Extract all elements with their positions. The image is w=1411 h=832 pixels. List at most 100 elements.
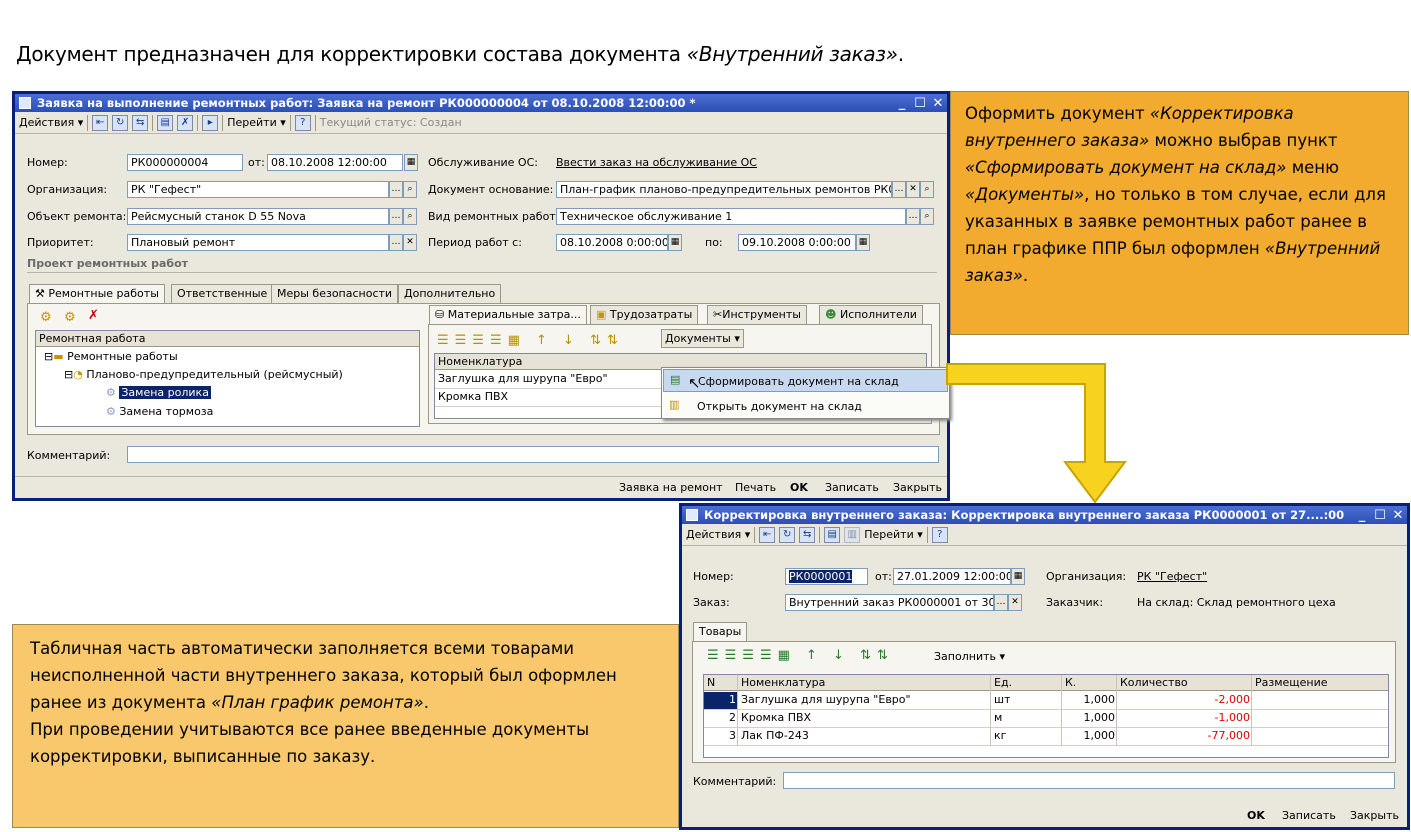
column-header-nomenclature: Номенклатура	[438, 355, 523, 368]
select-icon[interactable]: …	[389, 234, 403, 251]
tab-responsible[interactable]: Ответственные	[171, 284, 274, 303]
subtab-tools[interactable]: ✂Инструменты	[707, 305, 807, 324]
save-button[interactable]: Записать	[825, 481, 879, 494]
delete-icon[interactable]: ✗	[88, 308, 99, 323]
window-title-bar[interactable]: Корректировка внутреннего заказа: Коррек…	[682, 506, 1407, 524]
priority-field[interactable]: Плановый ремонт	[127, 234, 389, 251]
ok-button[interactable]: OK	[790, 481, 808, 494]
back-icon[interactable]: ⇤	[92, 114, 109, 131]
order-field[interactable]: Внутренний заказ РК0000001 от 30.1	[785, 594, 994, 611]
tree-node-planned[interactable]: ⊟◔ Планово-предупредительный (рейсмусный…	[64, 368, 343, 381]
add-group-icon[interactable]: ⚙	[40, 310, 52, 325]
date-field[interactable]: 08.10.2008 12:00:00	[267, 154, 403, 171]
minimize-icon[interactable]: _	[1353, 508, 1371, 523]
clear-icon[interactable]: ✕	[403, 234, 417, 251]
period-to-field[interactable]: 09.10.2008 0:00:00	[738, 234, 856, 251]
select-icon[interactable]: …	[906, 208, 920, 225]
tab-safety[interactable]: Меры безопасности	[271, 284, 399, 303]
menu-item-create-warehouse-doc[interactable]: ▤ Сформировать документ на склад	[663, 369, 948, 392]
search-icon[interactable]: ⌕	[920, 208, 934, 225]
print-button[interactable]: Печать	[735, 481, 776, 494]
repair-request-button[interactable]: Заявка на ремонт	[619, 481, 723, 494]
subtab-labor[interactable]: ▣ Трудозатраты	[590, 305, 699, 324]
menu-item-open-warehouse-doc[interactable]: ▥ Открыть документ на склад	[663, 395, 948, 417]
priority-label: Приоритет:	[27, 236, 94, 249]
document-icon	[686, 509, 698, 521]
calendar-icon[interactable]: ▦	[404, 154, 418, 171]
column-header-quantity: Количество	[1120, 676, 1188, 689]
tree-node-root[interactable]: ⊟▬ Ремонтные работы	[44, 350, 178, 363]
fill-menu-button[interactable]: Заполнить ▾	[934, 650, 1005, 663]
bottom-bar: Заявка на ремонт Печать OK Записать Закр…	[15, 476, 947, 498]
calendar-icon[interactable]: ▦	[1011, 568, 1025, 585]
org-link[interactable]: РК "Гефест"	[1137, 570, 1207, 583]
post-icon[interactable]: ▤	[824, 526, 841, 543]
ok-button[interactable]: OK	[1247, 809, 1265, 822]
close-icon[interactable]: ✕	[1389, 508, 1407, 523]
period-from-field[interactable]: 08.10.2008 0:00:00	[556, 234, 668, 251]
documents-menu-button[interactable]: Документы ▾	[661, 329, 744, 348]
tab-repair-works[interactable]: ⚒ Ремонтные работы	[29, 284, 165, 303]
select-icon[interactable]: …	[892, 181, 906, 198]
back-icon[interactable]: ⇤	[759, 526, 776, 543]
grid-toolbar-icons[interactable]: ☰☰☰☰▦ ↑ ↓ ⇅⇅	[707, 648, 894, 663]
close-button[interactable]: Закрыть	[1350, 809, 1399, 822]
tree-node-roller[interactable]: ⚙ Замена ролика	[106, 386, 211, 399]
comment-field[interactable]	[127, 446, 939, 463]
select-icon[interactable]: …	[389, 181, 403, 198]
object-field[interactable]: Рейсмусный станок D 55 Nova	[127, 208, 389, 225]
calendar-icon[interactable]: ▦	[856, 234, 870, 251]
add-item-icon[interactable]: ⚙	[64, 310, 76, 325]
generate-icon[interactable]: ▸	[202, 114, 219, 131]
calendar-icon[interactable]: ▦	[668, 234, 682, 251]
transfer-icon[interactable]: ⇆	[799, 526, 816, 543]
help-icon[interactable]: ?	[931, 526, 948, 543]
service-link[interactable]: Ввести заказ на обслуживание ОС	[556, 156, 757, 169]
actions-menu[interactable]: Действия ▾	[686, 528, 750, 541]
search-icon[interactable]: ⌕	[403, 208, 417, 225]
table-row[interactable]: 1 Заглушка для шурупа "Евро" шт 1,000 -2…	[704, 692, 1388, 710]
search-icon[interactable]: ⌕	[403, 181, 417, 198]
unpost-icon[interactable]: ✗	[177, 114, 194, 131]
number-field[interactable]: РК000000004	[127, 154, 243, 171]
window-title-bar[interactable]: Заявка на выполнение ремонтных работ: За…	[15, 94, 947, 112]
documents-dropdown: ▤ Сформировать документ на склад ▥ Откры…	[661, 367, 950, 419]
tab-goods[interactable]: Товары	[693, 622, 748, 641]
actions-menu[interactable]: Действия ▾	[19, 116, 83, 129]
tab-additional[interactable]: Дополнительно	[398, 284, 502, 303]
post-icon[interactable]: ▤	[157, 114, 174, 131]
select-icon[interactable]: …	[389, 208, 403, 225]
unpost-icon[interactable]: ▥	[844, 526, 861, 543]
clear-icon[interactable]: ✕	[906, 181, 920, 198]
maximize-icon[interactable]: ☐	[911, 96, 929, 111]
transfer-icon[interactable]: ⇆	[132, 114, 149, 131]
close-icon[interactable]: ✕	[929, 96, 947, 111]
date-label: от:	[248, 156, 265, 169]
worktype-field[interactable]: Техническое обслуживание 1	[556, 208, 906, 225]
maximize-icon[interactable]: ☐	[1371, 508, 1389, 523]
basis-field[interactable]: План-график планово-предупредительных ре…	[556, 181, 892, 198]
clipboard-icon: ▣	[596, 308, 607, 321]
comment-field[interactable]	[783, 772, 1395, 789]
minimize-icon[interactable]: _	[893, 96, 911, 111]
close-button[interactable]: Закрыть	[893, 481, 942, 494]
help-icon[interactable]: ?	[294, 114, 311, 131]
search-icon[interactable]: ⌕	[920, 181, 934, 198]
date-field[interactable]: 27.01.2009 12:00:00	[893, 568, 1011, 585]
goto-menu[interactable]: Перейти ▾	[227, 116, 286, 129]
org-field[interactable]: РК "Гефест"	[127, 181, 389, 198]
wrench-icon: ⚒	[35, 287, 45, 300]
table-row[interactable]: 3 Лак ПФ-243 кг 1,000 -77,000	[704, 728, 1388, 746]
save-button[interactable]: Записать	[1282, 809, 1336, 822]
table-row[interactable]: 2 Кромка ПВХ м 1,000 -1,000	[704, 710, 1388, 728]
number-field[interactable]: РК0000001	[785, 568, 868, 585]
refresh-icon[interactable]: ↻	[779, 526, 796, 543]
clear-icon[interactable]: ✕	[1008, 594, 1022, 611]
subtab-executors[interactable]: ☻ Исполнители	[819, 305, 923, 324]
goto-menu[interactable]: Перейти ▾	[864, 528, 923, 541]
select-icon[interactable]: …	[994, 594, 1008, 611]
refresh-icon[interactable]: ↻	[112, 114, 129, 131]
subtab-materials[interactable]: ⛁ Материальные затра...	[429, 305, 587, 324]
tree-node-brake[interactable]: ⚙ Замена тормоза	[106, 405, 213, 418]
grid-toolbar-icons[interactable]: ☰☰☰☰▦ ↑ ↓ ⇅⇅	[437, 333, 624, 348]
